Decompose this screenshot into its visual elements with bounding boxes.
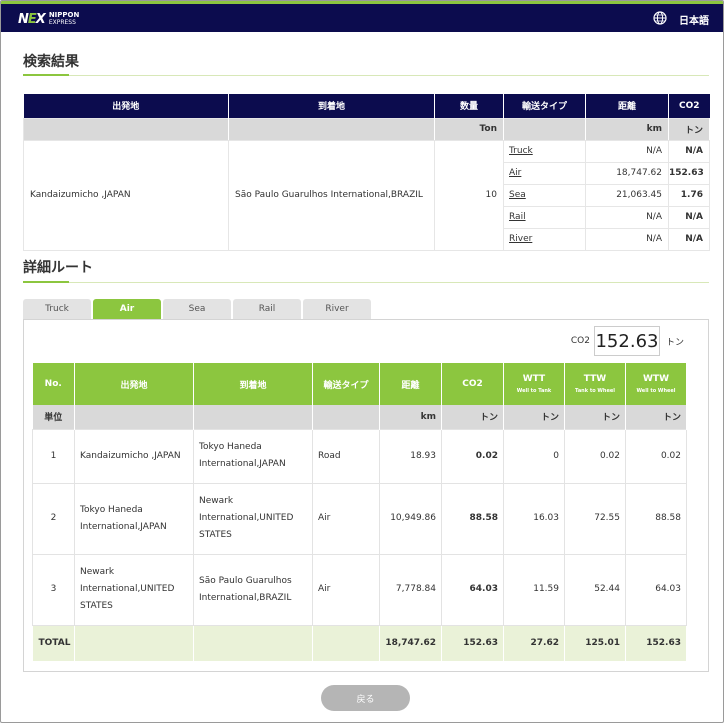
table-row: 2 Tokyo Haneda International,JAPAN Newar… [32,482,687,555]
mode-tabs: Truck Air Sea Rail River [23,299,373,319]
section-divider [23,281,709,283]
table-row: 3 Newark International,UNITED STATES São… [32,553,687,626]
tab-rail[interactable]: Rail [233,299,301,319]
search-results-table: 出発地 到着地 数量 輸送タイプ 距離 CO2 Ton km トン Kandai… [23,94,710,251]
tab-sea[interactable]: Sea [163,299,231,319]
language-switch[interactable]: 日本語 [679,12,709,27]
section-divider [23,74,709,76]
total-row: TOTAL 18,747.62 152.63 27.62 125.01 152.… [32,625,687,661]
tab-air[interactable]: Air [93,299,161,319]
detail-route-title: 詳細ルート [23,260,93,276]
mode-link-river[interactable]: River [503,227,586,251]
col-mode: 輸送タイプ [312,363,380,405]
search-results-title: 検索結果 [23,54,79,70]
co2-total-label: CO2 [570,336,590,346]
route-detail-table: No. 出発地 到着地 輸送タイプ 距離 CO2 WTT Well to Tank… [32,363,687,661]
col-quantity: 数量 [434,94,504,118]
quantity-cell: 10 [434,139,504,251]
col-wtw: WTW Well to Wheel [625,363,687,405]
mode-link-air[interactable]: Air [503,161,586,185]
col-wtt: WTT Well to Tank [503,363,565,405]
tab-truck[interactable]: Truck [23,299,91,319]
col-distance: 距離 [585,94,669,118]
nippon-express-logo[interactable]: NEX NIPPON EXPRESS [18,11,79,27]
logo-mark: NEX [18,11,46,27]
col-destination: 到着地 [228,94,435,118]
col-co2: CO2 [668,94,710,118]
unit-row: Ton km トン [23,117,710,141]
co2-total: CO2 152.63 トン [571,326,684,356]
back-button[interactable]: 戻る [321,685,410,711]
origin-cell: Kandaizumicho ,JAPAN [23,139,229,251]
destination-cell: São Paulo Guarulhos International,BRAZIL [228,139,435,251]
logo-line2: EXPRESS [48,19,76,26]
col-no: No. [32,363,75,405]
co2-total-value: 152.63 [593,326,660,356]
col-ttw: TTW Tank to Wheel [564,363,626,405]
mode-link-rail[interactable]: Rail [503,205,586,229]
tab-river[interactable]: River [303,299,371,319]
globe-icon[interactable] [653,11,667,25]
col-mode: 輸送タイプ [503,94,586,118]
col-origin: 出発地 [23,94,229,118]
table-row: 1 Kandaizumicho ,JAPAN Tokyo Haneda Inte… [32,428,687,484]
co2-total-unit: トン [665,337,684,348]
mode-link-truck[interactable]: Truck [503,139,586,163]
col-co2: CO2 [441,363,504,405]
col-origin: 出発地 [74,363,194,405]
table-row: Kandaizumicho ,JAPAN São Paulo Guarulhos… [23,139,710,251]
col-destination: 到着地 [193,363,313,405]
logo-line1: NIPPON [48,11,80,19]
col-distance: 距離 [379,363,442,405]
header-bar: NEX NIPPON EXPRESS 日本語 [1,4,723,32]
unit-row: 単位 km トン トン トン トン [32,405,687,429]
page-frame: NEX NIPPON EXPRESS 日本語 検索結果 出発地 到着地 数量 輸… [0,0,724,723]
mode-link-sea[interactable]: Sea [503,183,586,207]
